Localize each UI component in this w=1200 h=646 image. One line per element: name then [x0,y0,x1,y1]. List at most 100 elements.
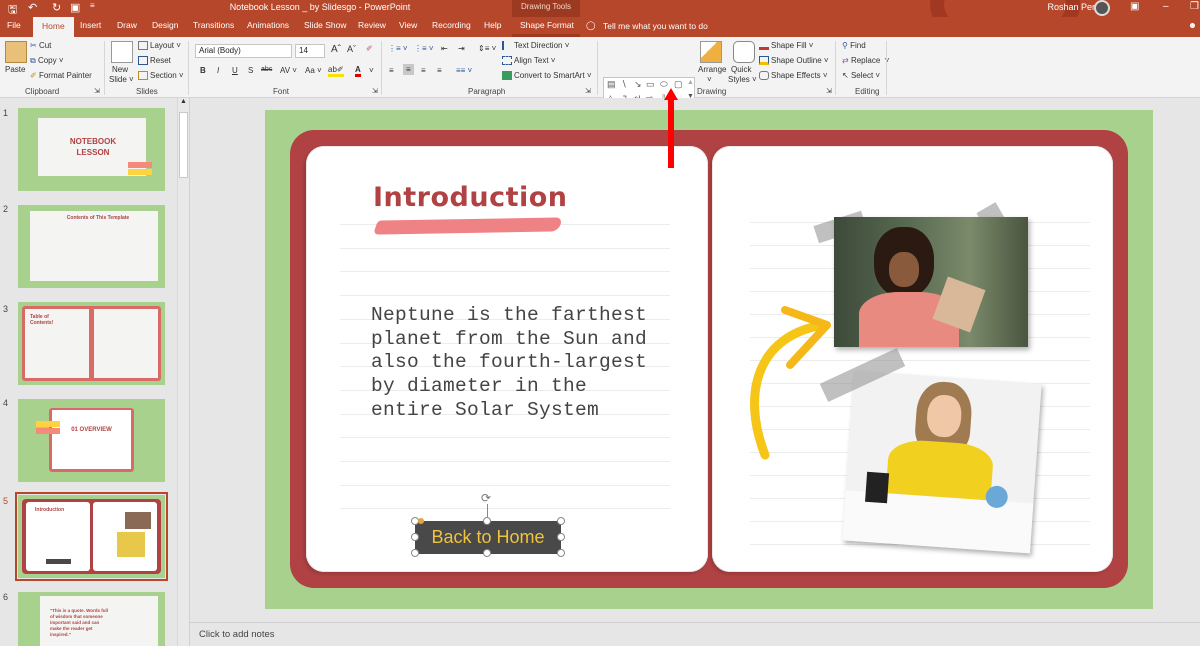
align-right-icon[interactable]: ≡ [421,66,426,75]
notes-placeholder[interactable]: Click to add notes [199,629,275,640]
italic-button[interactable]: I [217,66,219,75]
scroll-up-arrow[interactable]: ▲ [180,98,187,105]
resize-handle[interactable] [557,549,565,557]
tab-shape-format[interactable]: Shape Format [520,20,574,30]
tab-help[interactable]: Help [484,20,501,30]
thumbnails-scrollbar[interactable]: ▲ [177,98,189,646]
justify-icon[interactable]: ≡ [437,66,442,75]
minimize-icon[interactable]: – [1163,1,1169,12]
shape-outline-button[interactable]: Shape Outline ˅ [759,56,829,66]
new-slide-button[interactable]: New [112,65,128,74]
decrease-indent-icon[interactable]: ⇤ [441,44,448,53]
columns-icon[interactable]: ≡≡ ˅ [456,66,472,75]
increase-indent-icon[interactable]: ⇥ [458,44,465,53]
convert-smartart-button[interactable]: Convert to SmartArt ˅ [502,71,592,81]
resize-handle[interactable] [411,549,419,557]
rounded-rectangle-shape-icon[interactable]: ▢ [674,79,683,90]
tab-draw[interactable]: Draw [117,20,137,30]
avatar[interactable] [1094,0,1110,16]
bold-button[interactable]: B [200,66,206,75]
resize-handle[interactable] [411,533,419,541]
layout-button[interactable]: Layout ˅ [138,41,181,51]
tab-recording[interactable]: Recording [432,20,471,30]
slide-thumbnail-5[interactable]: Introduction [15,492,168,581]
align-center-icon[interactable]: ≡ [403,64,414,75]
tab-view[interactable]: View [399,20,417,30]
adjust-handle[interactable] [418,518,424,524]
share-icon[interactable]: ☻ [1188,20,1197,30]
reset-button[interactable]: Reset [138,56,171,66]
restore-icon[interactable]: ❐ [1190,1,1199,12]
cut-button[interactable]: ✂ Cut [30,41,51,50]
arrange-icon[interactable] [700,41,722,63]
textbox-shape-icon[interactable]: ▤ [607,79,616,90]
paragraph-launcher-icon[interactable]: ⇲ [585,87,591,95]
ribbon-display-options-icon[interactable]: ▣ [1130,1,1139,12]
copy-button[interactable]: ⧉ Copy ˅ [30,56,64,66]
slide-thumbnail-6[interactable]: "This is a quote. Words full of wisdom t… [18,592,165,646]
paste-icon[interactable] [5,41,27,63]
drawing-launcher-icon[interactable]: ⇲ [826,87,832,95]
section-button[interactable]: Section ˅ [138,71,184,81]
paste-button[interactable]: Paste [5,65,25,74]
highlight-color-icon[interactable]: ab✐ [328,65,344,77]
quick-styles-dropdown[interactable]: Styles ˅ [728,75,757,84]
format-painter-button[interactable]: ✐ Format Painter [30,71,92,80]
arrange-dropdown[interactable]: ˅ [707,75,712,84]
rectangle-shape-icon[interactable]: ▭ [646,79,655,90]
tab-slide-show[interactable]: Slide Show [304,20,347,30]
align-text-button[interactable]: Align Text ˅ [502,56,555,66]
line-shape-icon[interactable]: ∖ [621,79,627,90]
font-size-combo[interactable]: 14 [295,44,325,58]
clear-formatting-icon[interactable]: ✐ [366,44,373,53]
new-slide-dropdown[interactable]: Slide ˅ [109,75,134,84]
increase-font-icon[interactable]: Aˆ [331,44,341,55]
photo-girl-writing[interactable] [842,370,1042,554]
strikethrough-button[interactable]: abc [261,66,272,73]
resize-handle[interactable] [483,549,491,557]
quick-styles-button[interactable]: Quick [731,65,751,74]
gallery-scroll-up[interactable]: ▲ [687,79,694,86]
resize-handle[interactable] [557,533,565,541]
bullets-icon[interactable]: ⋮≡ ˅ [388,44,408,53]
scrollbar-thumb[interactable] [179,112,188,178]
tab-animations[interactable]: Animations [247,20,289,30]
rotate-handle-icon[interactable]: ⟳ [481,491,491,505]
decrease-font-icon[interactable]: Aˇ [347,44,356,54]
slide-title[interactable]: Introduction [373,182,568,213]
new-slide-icon[interactable] [111,41,133,63]
select-button[interactable]: ↖ Select ˅ [842,71,880,80]
tab-home[interactable]: Home [33,17,74,37]
resize-handle[interactable] [483,517,491,525]
text-direction-button[interactable]: Text Direction ˅ [502,41,569,51]
tab-insert[interactable]: Insert [80,20,101,30]
font-name-combo[interactable]: Arial (Body) [195,44,292,58]
quick-styles-icon[interactable] [733,41,755,63]
tab-transitions[interactable]: Transitions [193,20,234,30]
arrow-line-shape-icon[interactable]: ↘ [634,79,642,90]
tab-file[interactable]: File [7,20,21,30]
slide-thumbnail-3[interactable]: Table of Contents! [18,302,165,385]
replace-button[interactable]: ⇄ Replace ˅ [842,56,889,65]
find-button[interactable]: ⚲ Find [842,41,866,50]
numbering-icon[interactable]: ⋮≡ ˅ [414,44,434,53]
text-shadow-button[interactable]: S [248,66,253,75]
align-left-icon[interactable]: ≡ [389,66,394,75]
shape-effects-button[interactable]: Shape Effects ˅ [759,71,828,81]
shape-fill-button[interactable]: Shape Fill ˅ [759,41,813,51]
tab-review[interactable]: Review [358,20,386,30]
font-color-icon[interactable]: A [355,65,361,77]
underline-button[interactable]: U [232,66,238,75]
photo-girl-reading[interactable] [834,217,1028,347]
resize-handle[interactable] [557,517,565,525]
tell-me-search[interactable]: Tell me what you want to do [603,21,708,31]
character-spacing-button[interactable]: AV ˅ [280,66,297,75]
slide-thumbnail-1[interactable]: NOTEBOOK LESSON [18,108,165,191]
notes-pane[interactable]: Click to add notes [190,622,1200,646]
slide-thumbnail-4[interactable]: 01 OVERVIEW [18,399,165,482]
slide-body-text[interactable]: Neptune is the farthest planet from the … [371,304,661,423]
font-color-dropdown[interactable]: ˅ [369,66,374,75]
slide-thumbnail-2[interactable]: Contents of This Template [18,205,165,288]
arrange-button[interactable]: Arrange [698,65,726,74]
font-launcher-icon[interactable]: ⇲ [372,87,378,95]
